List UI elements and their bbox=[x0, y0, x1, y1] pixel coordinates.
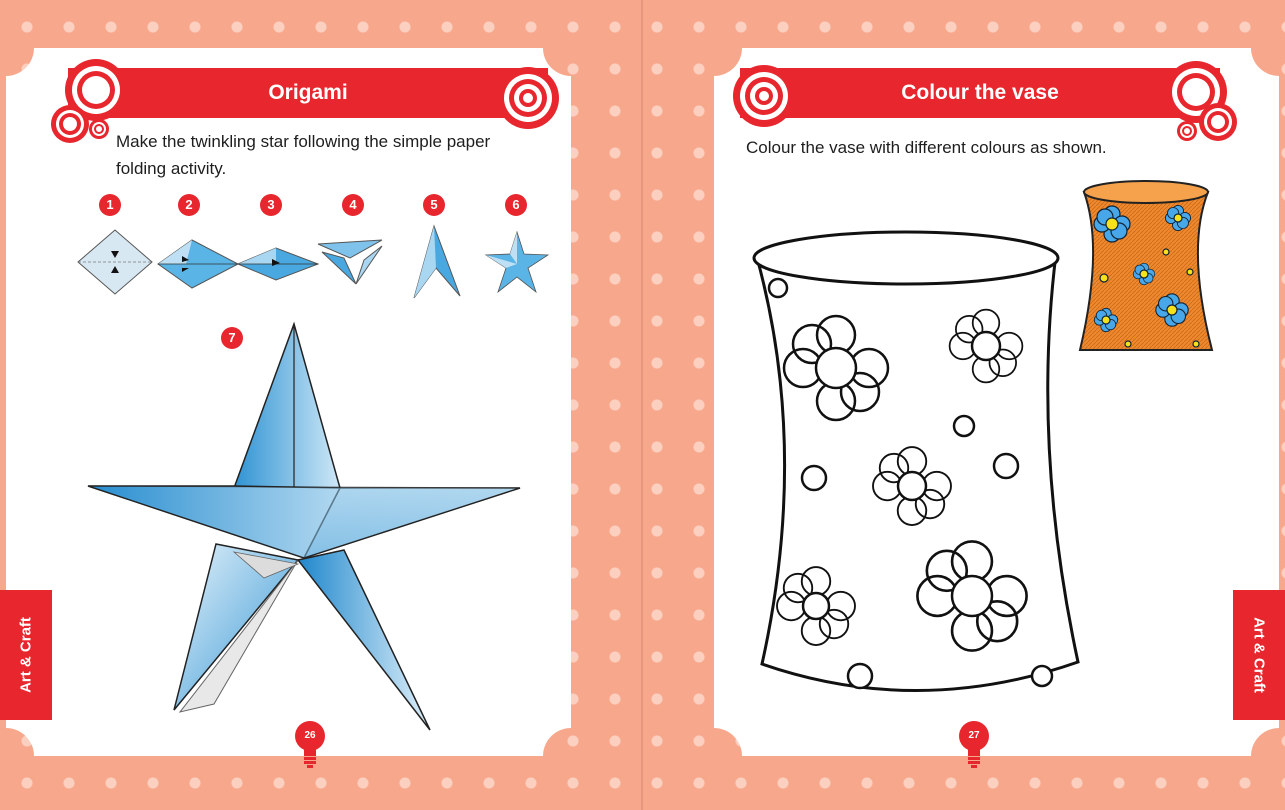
page-title: Origami bbox=[268, 81, 348, 104]
page-number: 27 bbox=[968, 730, 980, 741]
page-title: Colour the vase bbox=[901, 81, 1059, 104]
target-icon bbox=[89, 119, 109, 139]
page-number-badge: 27 bbox=[958, 720, 998, 780]
step-number: 6 bbox=[505, 194, 527, 216]
page-title-banner: Colour the vase bbox=[740, 68, 1220, 118]
fold-step-4 bbox=[317, 239, 383, 285]
section-tab-left: Art & Craft bbox=[0, 590, 52, 720]
target-icon bbox=[497, 67, 559, 129]
origami-star bbox=[87, 321, 521, 731]
page-title-banner: Origami bbox=[68, 68, 548, 118]
step-number: 4 bbox=[342, 194, 364, 216]
step-number: 5 bbox=[423, 194, 445, 216]
right-page: Colour the vase Colour the vase with dif… bbox=[714, 48, 1279, 768]
target-icon bbox=[1199, 103, 1237, 141]
section-tab-label: Art & Craft bbox=[17, 617, 35, 693]
instruction-text: Colour the vase with different colours a… bbox=[746, 138, 1107, 157]
instruction-text: Make the twinkling star following the si… bbox=[116, 132, 491, 178]
target-icon bbox=[733, 65, 795, 127]
page-number: 26 bbox=[304, 730, 316, 741]
step-number: 1 bbox=[99, 194, 121, 216]
book-spine bbox=[641, 0, 643, 810]
fold-step-6 bbox=[484, 230, 550, 294]
page-number-badge: 26 bbox=[294, 720, 334, 780]
section-tab-label: Art & Craft bbox=[1250, 617, 1268, 693]
fold-step-2 bbox=[157, 239, 240, 289]
step-number: 2 bbox=[178, 194, 200, 216]
fold-step-3 bbox=[236, 247, 320, 281]
left-page: Origami Make the twinkling star followin… bbox=[6, 48, 571, 768]
vase-outline bbox=[752, 230, 1080, 692]
section-tab-right: Art & Craft bbox=[1233, 590, 1285, 720]
target-icon bbox=[51, 105, 89, 143]
vase-coloured bbox=[1078, 180, 1214, 351]
fold-step-1 bbox=[77, 229, 153, 295]
step-number: 3 bbox=[260, 194, 282, 216]
fold-step-5 bbox=[413, 224, 461, 299]
